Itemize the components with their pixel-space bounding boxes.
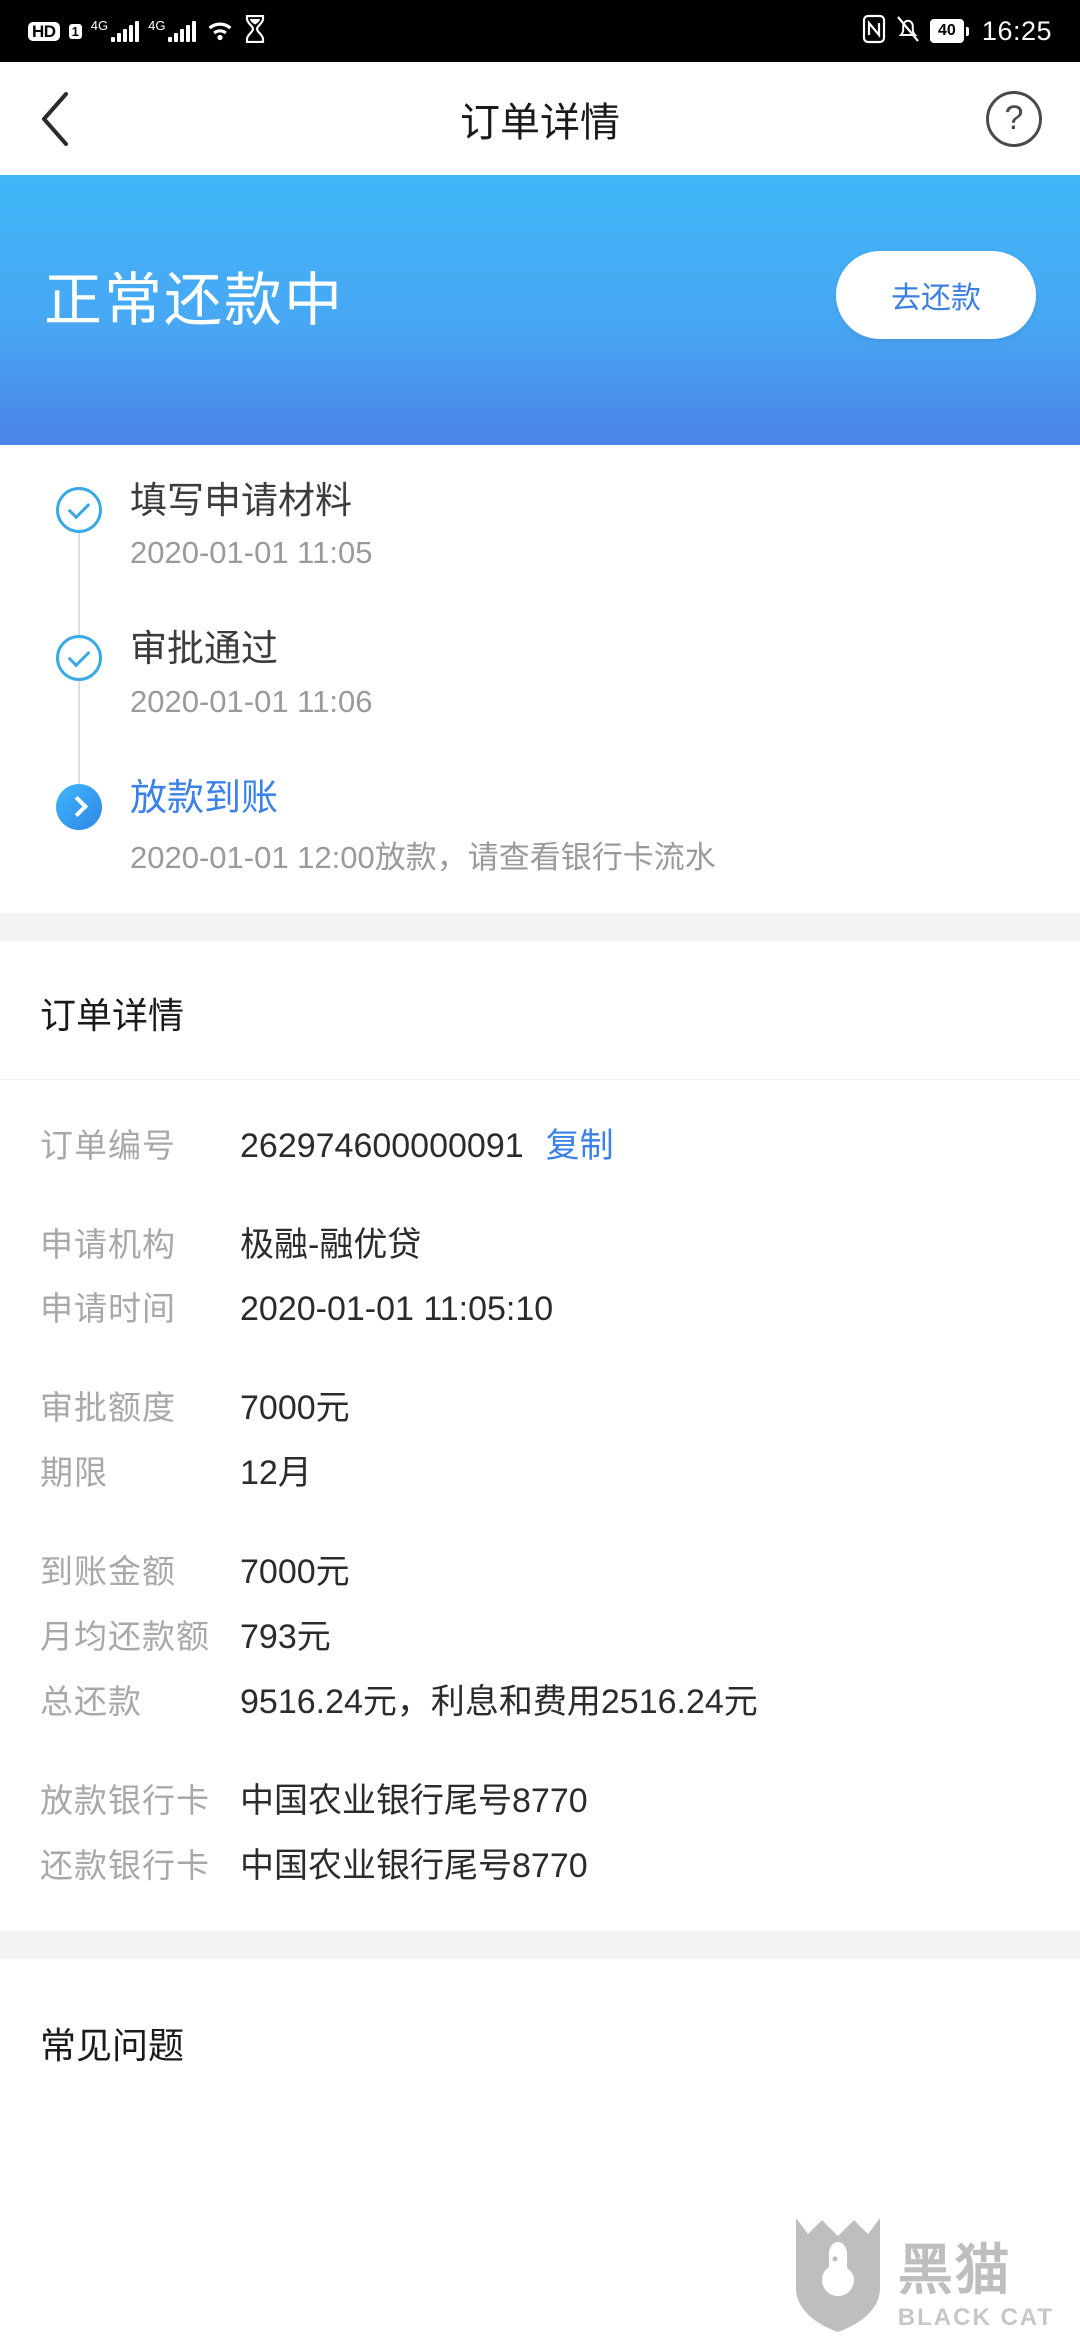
faq-title: 常见问题 bbox=[40, 2025, 185, 2067]
wifi-icon bbox=[205, 16, 235, 47]
loan-status-text: 正常还款中 bbox=[44, 268, 345, 333]
network-type-label-1: 4G bbox=[90, 18, 109, 33]
order-details-title: 订单详情 bbox=[0, 941, 1080, 1081]
sim-card-icon: 1 bbox=[68, 23, 82, 39]
detail-label: 月均还款额 bbox=[40, 1618, 210, 1656]
detail-row-repayment-card: 还款银行卡 中国农业银行尾号8770 bbox=[40, 1830, 1040, 1895]
timeline-step-time: 2020-01-01 11:05 bbox=[130, 535, 373, 571]
signal-bars-1 bbox=[111, 20, 140, 42]
chevron-left-icon bbox=[42, 91, 68, 146]
nfc-icon bbox=[862, 14, 886, 49]
black-cat-shield-icon bbox=[795, 2218, 880, 2332]
detail-group: 审批额度 7000元 期限 12月 bbox=[40, 1372, 1040, 1502]
detail-row-total-repayment: 总还款 9516.24元，利息和费用2516.24元 bbox=[40, 1666, 1040, 1731]
detail-label: 期限 bbox=[40, 1454, 108, 1492]
status-bar: HD 1 4G 4G 40 16:25 bbox=[0, 0, 1080, 62]
timeline-step-body: 审批通过 2020-01-01 11:06 bbox=[130, 627, 372, 775]
detail-group: 到账金额 7000元 月均还款额 793元 总还款 9516.24元，利息和费用… bbox=[40, 1536, 1040, 1731]
detail-row-monthly-payment: 月均还款额 793元 bbox=[40, 1601, 1040, 1666]
go-repay-button[interactable]: 去还款 bbox=[836, 251, 1036, 339]
back-button[interactable] bbox=[38, 89, 98, 149]
arrow-right-circle-icon bbox=[56, 783, 102, 830]
status-bar-left: HD 1 4G 4G bbox=[28, 14, 266, 48]
copy-order-number-button[interactable]: 复制 bbox=[546, 1118, 614, 1167]
battery-level-label: 40 bbox=[929, 19, 964, 43]
status-bar-clock: 16:25 bbox=[981, 15, 1052, 46]
watermark-en-label: BLACK CAT bbox=[897, 2304, 1054, 2331]
detail-value: 9516.24元，利息和费用2516.24元 bbox=[240, 1683, 758, 1722]
detail-row-disbursement-card: 放款银行卡 中国农业银行尾号8770 bbox=[40, 1765, 1040, 1830]
status-banner: 正常还款中 去还款 bbox=[0, 175, 1080, 445]
watermark: 黑猫 BLACK CAT bbox=[792, 2214, 1054, 2332]
order-details-card: 订单详情 订单编号 262974600000091 复制 申请机构 极融-融优贷… bbox=[0, 941, 1080, 1932]
detail-row-institution: 申请机构 极融-融优贷 bbox=[40, 1209, 1040, 1274]
watermark-cn-label: 黑猫 bbox=[897, 2239, 1012, 2301]
timeline-step-body: 填写申请材料 2020-01-01 11:05 bbox=[130, 479, 372, 627]
timeline-step-label: 填写申请材料 bbox=[130, 480, 352, 521]
section-divider bbox=[0, 1931, 1080, 1960]
detail-value: 793元 bbox=[240, 1618, 331, 1657]
detail-label: 放款银行卡 bbox=[40, 1782, 210, 1820]
timeline-gutter bbox=[56, 479, 130, 642]
status-bar-right: 40 16:25 bbox=[862, 14, 1052, 49]
detail-label: 订单编号 bbox=[40, 1127, 176, 1165]
detail-group: 放款银行卡 中国农业银行尾号8770 还款银行卡 中国农业银行尾号8770 bbox=[40, 1765, 1040, 1895]
detail-row-order-number: 订单编号 262974600000091 复制 bbox=[40, 1110, 1040, 1175]
detail-group: 订单编号 262974600000091 复制 bbox=[40, 1110, 1040, 1175]
timeline-step-body: 放款到账 2020-01-01 12:00放款，请查看银行卡流水 bbox=[130, 776, 716, 877]
question-mark-icon: ? bbox=[1004, 99, 1024, 137]
detail-value: 中国农业银行尾号8770 bbox=[240, 1782, 588, 1821]
detail-label: 审批额度 bbox=[40, 1389, 176, 1427]
detail-value: 2020-01-01 11:05:10 bbox=[240, 1290, 554, 1329]
timeline-gutter bbox=[56, 627, 130, 790]
detail-value: 7000元 bbox=[240, 1389, 350, 1428]
hourglass-icon bbox=[244, 14, 266, 48]
detail-row-term: 期限 12月 bbox=[40, 1437, 1040, 1502]
help-button[interactable]: ? bbox=[986, 90, 1042, 147]
detail-label: 申请机构 bbox=[40, 1226, 176, 1264]
detail-group: 申请机构 极融-融优贷 申请时间 2020-01-01 11:05:10 bbox=[40, 1209, 1040, 1338]
signal-bars-2 bbox=[168, 20, 197, 42]
timeline-step-label: 审批通过 bbox=[130, 628, 278, 670]
check-circle-icon bbox=[56, 487, 102, 533]
detail-label: 申请时间 bbox=[40, 1290, 176, 1328]
battery-icon: 40 bbox=[929, 19, 969, 43]
detail-label: 总还款 bbox=[40, 1683, 142, 1721]
network-type-label-2: 4G bbox=[148, 18, 166, 33]
detail-row-received-amount: 到账金额 7000元 bbox=[40, 1536, 1040, 1601]
timeline-step-time: 2020-01-01 12:00放款，请查看银行卡流水 bbox=[130, 840, 716, 876]
timeline-connector bbox=[78, 533, 80, 642]
hd-icon: HD bbox=[28, 21, 60, 41]
timeline-step-label: 放款到账 bbox=[130, 776, 278, 818]
detail-value: 极融-融优贷 bbox=[240, 1226, 422, 1265]
phone-screen: HD 1 4G 4G 40 16:25 订单详情 ? 正常还款中 去还款 填写申… bbox=[0, 0, 1080, 2340]
mute-bell-icon bbox=[895, 14, 921, 49]
signal-4g-icon: 4G bbox=[90, 18, 140, 42]
timeline-step-current[interactable]: 放款到账 2020-01-01 12:00放款，请查看银行卡流水 bbox=[0, 776, 1080, 877]
timeline-step-time: 2020-01-01 11:06 bbox=[130, 683, 373, 719]
progress-timeline: 填写申请材料 2020-01-01 11:05 审批通过 2020-01-01 … bbox=[0, 445, 1080, 914]
detail-label: 到账金额 bbox=[40, 1553, 176, 1591]
check-circle-icon bbox=[56, 635, 102, 682]
signal-4g-secondary-icon: 4G bbox=[148, 18, 197, 42]
detail-label: 还款银行卡 bbox=[40, 1847, 210, 1885]
timeline-step: 审批通过 2020-01-01 11:06 bbox=[0, 627, 1080, 790]
detail-row-approved-amount: 审批额度 7000元 bbox=[40, 1372, 1040, 1437]
detail-value: 262974600000091 bbox=[240, 1127, 524, 1166]
detail-value: 12月 bbox=[240, 1454, 312, 1493]
page-title: 订单详情 bbox=[460, 100, 620, 145]
section-divider bbox=[0, 913, 1080, 942]
detail-row-apply-time: 申请时间 2020-01-01 11:05:10 bbox=[40, 1274, 1040, 1338]
order-details-rows: 订单编号 262974600000091 复制 申请机构 极融-融优贷 申请时间… bbox=[0, 1080, 1080, 1931]
app-header: 订单详情 ? bbox=[0, 62, 1080, 175]
detail-value: 中国农业银行尾号8770 bbox=[240, 1847, 588, 1886]
timeline-gutter bbox=[56, 776, 130, 877]
detail-value: 7000元 bbox=[240, 1553, 350, 1592]
timeline-connector bbox=[78, 681, 80, 790]
watermark-text: 黑猫 BLACK CAT bbox=[898, 2243, 1054, 2332]
timeline-step: 填写申请材料 2020-01-01 11:05 bbox=[0, 479, 1080, 642]
